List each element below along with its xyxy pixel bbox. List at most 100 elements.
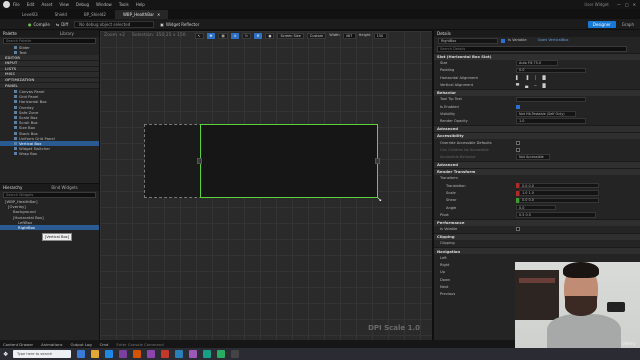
- maximize-icon[interactable]: □: [625, 2, 629, 7]
- app-icon[interactable]: [231, 350, 239, 358]
- children-accessible-checkbox[interactable]: [516, 147, 520, 152]
- tab-wbp-healthbar[interactable]: WBP_HealthBar ✕: [114, 10, 169, 19]
- hierarchy-tab[interactable]: Hierarchy: [3, 185, 22, 190]
- tab-shield[interactable]: Shield: [47, 10, 75, 19]
- output-log-button[interactable]: Output Log: [70, 342, 91, 347]
- menu-edit[interactable]: Edit: [27, 2, 35, 7]
- section-advanced[interactable]: Advanced: [434, 124, 640, 132]
- move-tool-button[interactable]: ✥: [206, 32, 216, 39]
- fill-mode-dropdown[interactable]: Custom: [306, 32, 327, 39]
- library-tab[interactable]: Library: [60, 31, 74, 36]
- snap-value-button[interactable]: 4: [230, 32, 240, 39]
- webcam-person-hair: [563, 262, 599, 278]
- section-clipping[interactable]: Clipping: [434, 232, 640, 240]
- windows-start-icon[interactable]: ❖: [3, 351, 8, 358]
- designer-mode-button[interactable]: Designer: [587, 20, 616, 28]
- scale-field[interactable]: 1.0 1.0: [519, 190, 599, 196]
- translation-field[interactable]: 0.0 0.0: [519, 182, 599, 189]
- designer-canvas[interactable]: Zoom +2 Selection: 350.25 x 150 ↖ ✥ ▦ 4 …: [100, 31, 432, 340]
- menu-help[interactable]: Help: [136, 2, 145, 7]
- rotate-value-button[interactable]: R: [253, 32, 263, 39]
- debug-object-dropdown[interactable]: No debug object selected: [74, 20, 155, 28]
- resize-handle-right[interactable]: [375, 158, 380, 164]
- override-accessible-checkbox[interactable]: [516, 140, 520, 145]
- palette-item[interactable]: Wrap Box: [0, 151, 99, 156]
- resize-handle-left[interactable]: [197, 158, 202, 164]
- menu-debug[interactable]: Debug: [76, 2, 89, 7]
- app-icon[interactable]: [175, 350, 183, 358]
- section-behavior[interactable]: Behavior: [434, 88, 640, 96]
- close-icon[interactable]: ✕: [633, 2, 636, 7]
- accessible-behavior-dropdown[interactable]: Not Accessible: [516, 154, 550, 160]
- cursor-tool-button[interactable]: ↖: [194, 32, 204, 39]
- section-navigation[interactable]: Navigation: [434, 247, 640, 255]
- padding-field[interactable]: 0.0: [516, 67, 586, 74]
- section-performance[interactable]: Performance: [434, 218, 640, 226]
- section-render-transform[interactable]: Render Transform: [434, 167, 640, 175]
- app-icon[interactable]: [161, 350, 169, 358]
- grid-snap-button[interactable]: ▦: [218, 32, 228, 39]
- section-slot[interactable]: Slot (Horizontal Box Slot): [434, 52, 640, 60]
- pivot-field[interactable]: 0.5 0.5: [516, 212, 596, 218]
- screen-size-dropdown[interactable]: Screen Size: [277, 32, 304, 39]
- app-icon[interactable]: [119, 350, 127, 358]
- menu-file[interactable]: File: [13, 2, 20, 7]
- detail-row-nav-left: Left: [434, 254, 640, 261]
- app-icon[interactable]: [105, 350, 113, 358]
- bind-widgets-tab[interactable]: Bind Widgets: [51, 185, 77, 190]
- tab-level03[interactable]: Level03: [14, 10, 46, 19]
- widget-reflector-button[interactable]: ▣ Widget Reflector: [160, 22, 199, 27]
- app-icon[interactable]: [203, 350, 211, 358]
- tab-bp-shield2[interactable]: BP_Shield2: [76, 10, 114, 19]
- details-search-input[interactable]: Search Details: [437, 45, 627, 52]
- animations-button[interactable]: Animations: [41, 342, 62, 347]
- is-variable-checkbox[interactable]: [501, 38, 505, 43]
- hierarchy-row-selected[interactable]: RightBox: [0, 224, 99, 231]
- opacity-field[interactable]: 1.0: [516, 118, 586, 124]
- width-field[interactable]: 467: [342, 32, 356, 39]
- is-volatile-checkbox[interactable]: [516, 227, 520, 232]
- tooltip-field[interactable]: [516, 96, 586, 103]
- menu-asset[interactable]: Asset: [41, 2, 52, 7]
- detail-row-accessible-behavior: Accessible Behavior Not Accessible: [434, 153, 640, 160]
- visibility-dropdown[interactable]: Not Hit-Testable (Self Only): [516, 111, 576, 117]
- section-advanced-2[interactable]: Advanced: [434, 160, 640, 168]
- app-icon[interactable]: [147, 350, 155, 358]
- selected-widget-right-box[interactable]: [200, 124, 378, 198]
- content-drawer-button[interactable]: Content Drawer: [3, 342, 33, 347]
- height-field[interactable]: 150: [373, 32, 387, 39]
- close-tab-icon[interactable]: ✕: [157, 12, 160, 17]
- app-icon[interactable]: [133, 350, 141, 358]
- app-icon[interactable]: [217, 350, 225, 358]
- angle-field[interactable]: 0.0: [516, 204, 556, 211]
- is-enabled-checkbox[interactable]: [516, 104, 520, 109]
- console-command-input[interactable]: Enter Console Command: [116, 342, 163, 347]
- vertical-align-buttons[interactable]: ▀▄─█: [516, 83, 552, 88]
- open-class-button[interactable]: Open VerticalBox: [538, 38, 569, 43]
- compile-button[interactable]: ● Compile: [28, 22, 50, 27]
- palette-search-input[interactable]: Search Palette: [3, 38, 96, 44]
- section-accessibility[interactable]: Accessibility: [434, 131, 640, 139]
- widget-name-field[interactable]: RightBox: [438, 38, 498, 44]
- menu-window[interactable]: Window: [96, 2, 112, 7]
- horizontal-align-buttons[interactable]: ▌▐│█: [516, 75, 552, 80]
- size-fill-field[interactable]: Auto Fill 75.0: [516, 60, 558, 66]
- app-icon[interactable]: [77, 350, 85, 358]
- shear-field[interactable]: 0.0 0.0: [519, 197, 599, 204]
- hierarchy-search-input[interactable]: Search Widgets: [3, 192, 96, 198]
- rotate-tool-button[interactable]: ↻: [242, 32, 251, 39]
- app-icon[interactable]: [91, 350, 99, 358]
- menu-view[interactable]: View: [59, 2, 69, 7]
- diff-button[interactable]: ⇆ Diff: [56, 22, 68, 27]
- menu-tools[interactable]: Tools: [119, 2, 129, 7]
- taskbar-search-input[interactable]: Type here to search: [13, 350, 71, 358]
- unreal-logo-icon[interactable]: [3, 1, 10, 8]
- minimize-icon[interactable]: —: [617, 2, 621, 7]
- graph-mode-button[interactable]: Graph: [622, 22, 634, 27]
- app-icon[interactable]: [189, 350, 197, 358]
- detail-label: Scale: [446, 191, 456, 195]
- palette-tab[interactable]: Palette: [3, 31, 17, 36]
- detail-label: Padding: [440, 68, 455, 73]
- locale-button[interactable]: ●: [265, 32, 275, 39]
- cmd-dropdown[interactable]: Cmd: [100, 342, 109, 347]
